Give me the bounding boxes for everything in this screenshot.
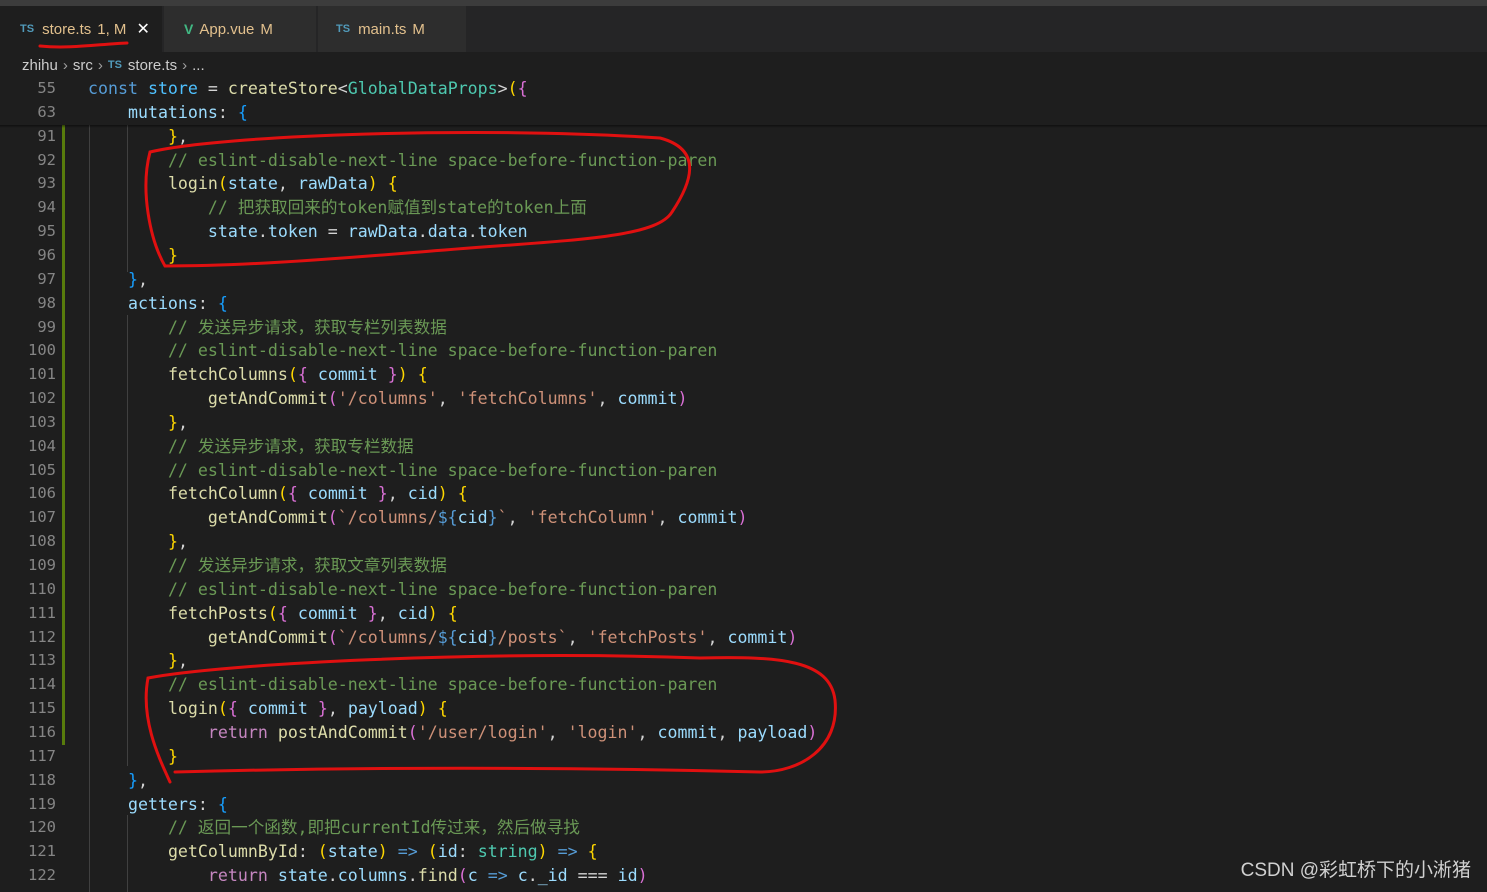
red-annotation-layer	[38, 41, 837, 784]
code-text: mutations: {	[88, 101, 248, 125]
underline-annotation	[38, 41, 129, 49]
line-number: 63	[37, 102, 56, 121]
circle-annotation-mutation	[144, 131, 692, 268]
code-token: :	[217, 102, 238, 122]
watermark: CSDN @彩虹桥下的小淅猪	[1240, 860, 1471, 881]
code-line[interactable]: 63 mutations: {	[0, 100, 1487, 125]
code-token: {	[237, 102, 248, 122]
circle-annotation-action	[144, 654, 837, 784]
code-token: mutations	[127, 102, 218, 122]
